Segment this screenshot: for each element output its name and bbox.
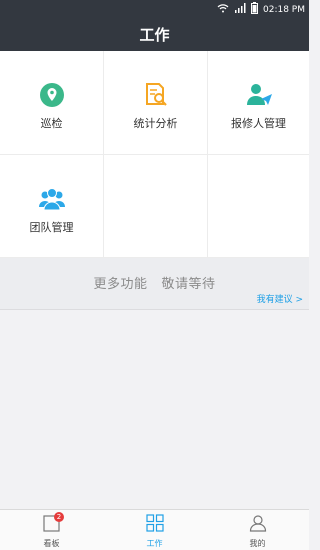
grid-item-label: 团队管理 (29, 221, 74, 234)
tab-label: 看板 (43, 539, 60, 548)
grid-empty-cell (208, 155, 309, 258)
suggestion-link[interactable]: 我有建议 > (257, 292, 303, 305)
page-header: 工作 (0, 18, 309, 51)
tab-work[interactable]: 工作 (103, 510, 206, 550)
grid-item-statistics[interactable]: 统计分析 (104, 51, 208, 155)
status-time: 02:18 PM (263, 4, 305, 15)
user-send-icon (245, 81, 273, 109)
tab-mine[interactable]: 我的 (206, 510, 309, 550)
grid-item-label: 报修人管理 (231, 117, 286, 130)
status-bar: 02:18 PM (0, 0, 309, 18)
bottom-navigation: 2 看板 工作 我的 (0, 509, 309, 550)
more-features-banner: 更多功能 敬请等待 我有建议 > (0, 258, 309, 310)
grid-item-team-management[interactable]: 团队管理 (0, 155, 104, 258)
grid-icon (145, 514, 164, 536)
grid-item-label: 统计分析 (133, 117, 178, 130)
grid-item-label: 巡检 (40, 117, 63, 130)
page-title: 工作 (139, 26, 170, 44)
tab-label: 工作 (146, 539, 163, 548)
function-grid: 巡检 统计分析 报修人管理 团队管理 (0, 51, 309, 258)
grid-item-inspection[interactable]: 巡检 (0, 51, 104, 155)
wifi-icon (217, 3, 229, 16)
person-icon (249, 514, 267, 536)
more-features-message: 更多功能 敬请等待 (93, 277, 216, 292)
location-pin-icon (38, 81, 66, 109)
battery-icon (251, 2, 258, 17)
notification-badge: 2 (54, 512, 64, 522)
signal-icon (234, 3, 246, 16)
team-icon (38, 185, 66, 213)
document-search-icon (142, 81, 170, 109)
grid-item-reporter-management[interactable]: 报修人管理 (208, 51, 309, 155)
tab-board[interactable]: 2 看板 (0, 510, 103, 550)
grid-empty-cell (104, 155, 208, 258)
tab-label: 我的 (249, 539, 266, 548)
